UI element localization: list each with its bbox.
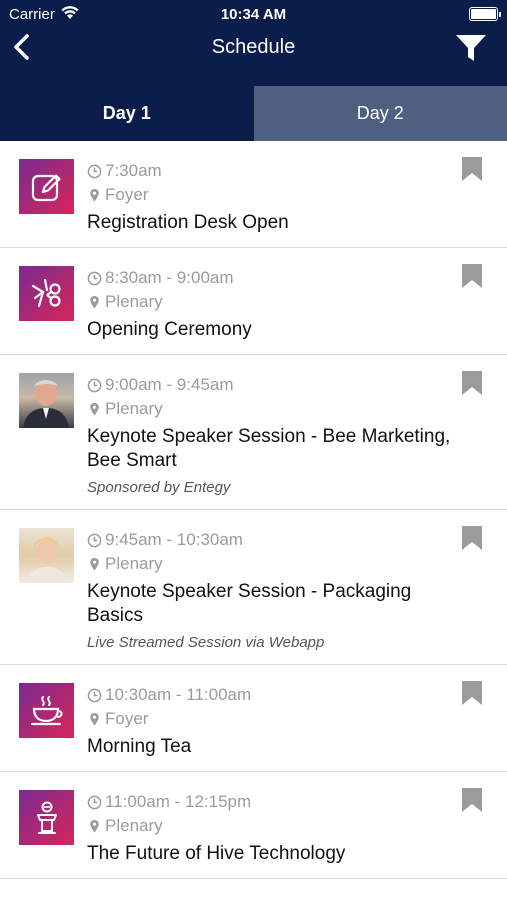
session-time: 9:00am - 9:45am	[105, 375, 234, 394]
session-time: 9:45am - 10:30am	[105, 530, 243, 549]
session-item[interactable]: 7:30am Foyer Registration Desk Open	[0, 141, 507, 248]
tab-day-2[interactable]: Day 2	[253, 86, 507, 141]
session-time-row: 8:30am - 9:00am	[87, 266, 457, 290]
tab-day-1[interactable]: Day 1	[0, 86, 254, 141]
top-bar: Carrier 10:34 AM Schedule	[0, 0, 507, 86]
session-thumbnail	[19, 683, 74, 738]
page-title: Schedule	[211, 36, 296, 58]
session-location: Plenary	[105, 292, 163, 311]
day-tabs: Day 1 Day 2	[0, 86, 507, 141]
bookmark-icon[interactable]	[461, 156, 483, 182]
bookmark-icon[interactable]	[461, 370, 483, 396]
session-location: Foyer	[105, 185, 149, 204]
location-pin-icon	[90, 712, 99, 726]
session-item[interactable]: 10:30am - 11:00am Foyer Morning Tea	[0, 665, 507, 772]
session-thumbnail	[19, 159, 74, 214]
filter-funnel-icon	[456, 35, 486, 61]
session-time-row: 7:30am	[87, 159, 457, 183]
session-title: Keynote Speaker Session - Bee Marketing,…	[87, 426, 451, 471]
bookmark-icon[interactable]	[461, 263, 483, 289]
pencil-edit-icon	[31, 173, 61, 201]
clock-icon	[87, 271, 102, 285]
clock-icon	[87, 533, 102, 547]
lectern-speaker-icon	[36, 801, 57, 834]
session-location-row: Foyer	[87, 183, 457, 207]
battery-icon	[469, 7, 501, 21]
session-title: Morning Tea	[87, 736, 192, 757]
status-bar: Carrier 10:34 AM	[0, 0, 507, 28]
coffee-cup-icon	[30, 695, 63, 725]
session-time: 7:30am	[105, 161, 162, 180]
speaker-photo-woman	[27, 537, 67, 583]
session-title: Keynote Speaker Session - Packaging Basi…	[87, 581, 412, 626]
session-thumbnail	[19, 790, 74, 845]
session-time-row: 11:00am - 12:15pm	[87, 790, 457, 814]
session-time-row: 10:30am - 11:00am	[87, 683, 457, 707]
session-time-row: 9:45am - 10:30am	[87, 528, 457, 552]
location-pin-icon	[90, 402, 99, 416]
speaker-photo	[19, 373, 74, 428]
session-time: 8:30am - 9:00am	[105, 268, 234, 287]
session-location-row: Plenary	[87, 397, 457, 421]
session-location: Plenary	[105, 399, 163, 418]
speaker-photo	[19, 528, 74, 583]
session-note: Sponsored by Entegy	[87, 479, 231, 496]
clock-icon	[87, 378, 102, 392]
bookmark-icon[interactable]	[461, 525, 483, 551]
session-time: 11:00am - 12:15pm	[105, 792, 252, 811]
session-location-row: Plenary	[87, 814, 457, 838]
session-title: The Future of Hive Technology	[87, 843, 346, 864]
session-item[interactable]: 9:00am - 9:45am Plenary Keynote Speaker …	[0, 355, 507, 510]
session-thumbnail	[19, 266, 74, 321]
location-pin-icon	[90, 188, 99, 202]
session-location-row: Plenary	[87, 552, 457, 576]
ribbon-cut-icon	[31, 278, 61, 307]
session-note: Live Streamed Session via Webapp	[87, 634, 325, 651]
location-pin-icon	[90, 295, 99, 309]
clock-icon	[87, 795, 102, 809]
location-pin-icon	[90, 819, 99, 833]
clock-icon	[87, 164, 102, 178]
clock-icon	[87, 688, 102, 702]
filter-button[interactable]	[453, 30, 489, 66]
session-location: Plenary	[105, 554, 163, 573]
session-title: Registration Desk Open	[87, 212, 289, 233]
session-item[interactable]: 9:45am - 10:30am Plenary Keynote Speaker…	[0, 510, 507, 665]
session-location: Foyer	[105, 709, 149, 728]
bookmark-icon[interactable]	[461, 787, 483, 813]
status-time: 10:34 AM	[220, 6, 287, 23]
session-time: 10:30am - 11:00am	[105, 685, 252, 704]
speaker-photo-man	[23, 380, 69, 428]
location-pin-icon	[90, 557, 99, 571]
session-location-row: Foyer	[87, 707, 457, 731]
bookmark-icon[interactable]	[461, 680, 483, 706]
session-list: 7:30am Foyer Registration Desk Open 8:30…	[0, 141, 507, 879]
session-time-row: 9:00am - 9:45am	[87, 373, 457, 397]
session-item[interactable]: 11:00am - 12:15pm Plenary The Future of …	[0, 772, 507, 879]
session-location: Plenary	[105, 816, 163, 835]
session-location-row: Plenary	[87, 290, 457, 314]
session-title: Opening Ceremony	[87, 319, 252, 340]
session-item[interactable]: 8:30am - 9:00am Plenary Opening Ceremony	[0, 248, 507, 355]
